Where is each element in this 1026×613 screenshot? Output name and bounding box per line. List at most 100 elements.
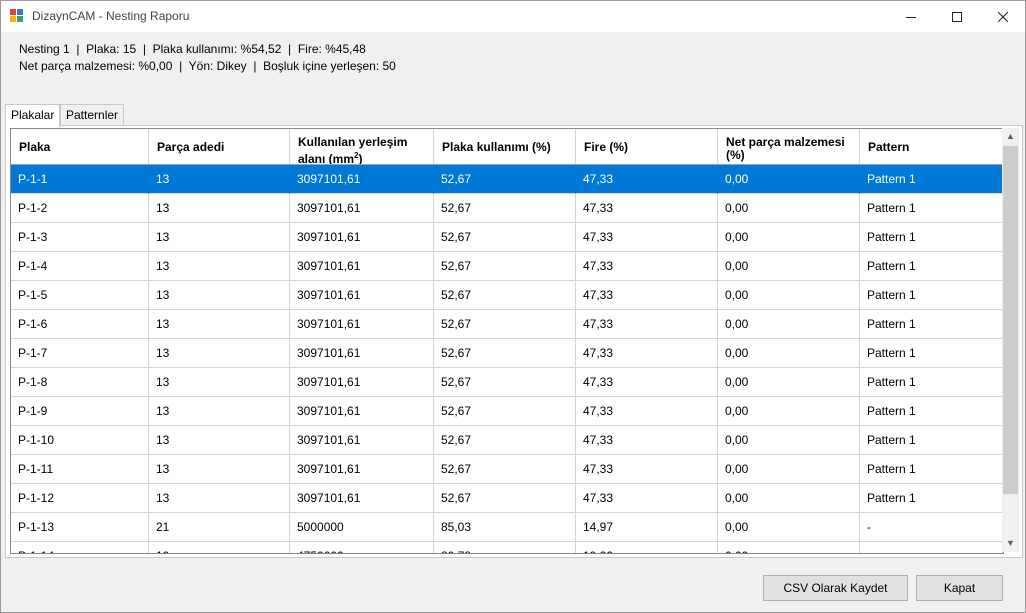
cell-yerlesim-alani: 4750000 <box>290 542 434 553</box>
plakalar-tab-panel: Plaka Parça adedi Kullanılan yerleşim al… <box>5 125 1023 558</box>
cell-yerlesim-alani: 3097101,61 <box>290 368 434 397</box>
table-row[interactable]: P-1-4 13 3097101,61 52,67 47,33 0,00 Pattern 1 <box>11 252 1003 281</box>
cell-plaka: P-1-12 <box>11 484 149 513</box>
cell-plaka-kullanimi: 52,67 <box>434 165 576 194</box>
cell-net-parca-malzemesi: 0,00 <box>718 310 860 339</box>
cell-parca-adedi: 13 <box>149 281 290 310</box>
cell-fire: 47,33 <box>576 368 718 397</box>
cell-pattern: - <box>860 542 1003 553</box>
cell-plaka-kullanimi: 52,67 <box>434 310 576 339</box>
tab-plakalar[interactable]: Plakalar <box>5 104 61 128</box>
table-row[interactable]: P-1-9 13 3097101,61 52,67 47,33 0,00 Pattern 1 <box>11 397 1003 426</box>
cell-net-parca-malzemesi: 0,00 <box>718 397 860 426</box>
table-row[interactable]: P-1-6 13 3097101,61 52,67 47,33 0,00 Pattern 1 <box>11 310 1003 339</box>
cell-pattern: Pattern 1 <box>860 223 1003 252</box>
cell-pattern: Pattern 1 <box>860 484 1003 513</box>
maximize-icon <box>952 11 962 22</box>
cell-net-parca-malzemesi: 0,00 <box>718 194 860 223</box>
close-button[interactable]: Kapat <box>916 575 1003 601</box>
tab-patternler[interactable]: Patternler <box>60 104 125 127</box>
close-icon <box>998 11 1008 22</box>
table-row[interactable]: P-1-7 13 3097101,61 52,67 47,33 0,00 Pattern 1 <box>11 339 1003 368</box>
cell-parca-adedi: 13 <box>149 194 290 223</box>
maximize-button[interactable] <box>934 1 980 32</box>
plates-grid[interactable]: Plaka Parça adedi Kullanılan yerleşim al… <box>10 128 1004 554</box>
cell-plaka-kullanimi: 52,67 <box>434 252 576 281</box>
column-header-plaka[interactable]: Plaka <box>11 129 149 164</box>
title-bar[interactable]: DizaynCAM - Nesting Raporu <box>1 1 1025 32</box>
cell-yerlesim-alani: 3097101,61 <box>290 310 434 339</box>
cell-plaka: P-1-5 <box>11 281 149 310</box>
summary-line-2: Net parça malzemesi: %0,00 | Yön: Dikey … <box>19 59 396 73</box>
nesting-report-window: DizaynCAM - Nesting Raporu Nesting 1 | P… <box>0 0 1026 613</box>
cell-yerlesim-alani: 3097101,61 <box>290 165 434 194</box>
cell-yerlesim-alani: 5000000 <box>290 513 434 542</box>
cell-yerlesim-alani: 3097101,61 <box>290 281 434 310</box>
table-row[interactable]: P-1-1419475000080,7819,220,00- <box>11 542 1003 553</box>
table-row[interactable]: P-1-12 13 3097101,61 52,67 47,33 0,00 Pattern … <box>11 484 1003 513</box>
cell-fire: 47,33 <box>576 484 718 513</box>
save-csv-button[interactable]: CSV Olarak Kaydet <box>763 575 908 601</box>
cell-plaka: P-1-14 <box>11 542 149 553</box>
vertical-scrollbar[interactable]: ▲ ▼ <box>1002 128 1019 552</box>
window-title: DizaynCAM - Nesting Raporu <box>32 9 190 23</box>
table-row[interactable]: P-1-13 21 5000000 85,03 14,97 0,00- <box>11 513 1003 542</box>
cell-pattern: Pattern 1 <box>860 368 1003 397</box>
cell-fire: 47,33 <box>576 223 718 252</box>
cell-parca-adedi: 13 <box>149 223 290 252</box>
cell-yerlesim-alani: 3097101,61 <box>290 223 434 252</box>
table-row[interactable]: P-1-10 13 3097101,61 52,67 47,33 0,00 Pattern … <box>11 426 1003 455</box>
cell-pattern: Pattern 1 <box>860 339 1003 368</box>
cell-pattern: Pattern 1 <box>860 397 1003 426</box>
column-header-parca-adedi[interactable]: Parça adedi <box>149 129 290 164</box>
cell-yerlesim-alani: 3097101,61 <box>290 484 434 513</box>
minimize-button[interactable] <box>888 1 934 32</box>
summary-line-1: Nesting 1 | Plaka: 15 | Plaka kullanımı:… <box>19 42 366 56</box>
cell-parca-adedi: 13 <box>149 455 290 484</box>
cell-parca-adedi: 13 <box>149 368 290 397</box>
cell-fire: 47,33 <box>576 281 718 310</box>
table-row[interactable]: P-1-8 13 3097101,61 52,67 47,33 0,00 Pattern 1 <box>11 368 1003 397</box>
cell-pattern: Pattern 1 <box>860 426 1003 455</box>
cell-net-parca-malzemesi: 0,00 <box>718 223 860 252</box>
scroll-up-arrow-icon[interactable]: ▲ <box>1002 128 1019 145</box>
close-window-button[interactable] <box>980 1 1025 32</box>
column-header-net-parca-malzemesi[interactable]: Net parça malzemesi (%) <box>718 129 860 164</box>
cell-pattern: - <box>860 513 1003 542</box>
table-row[interactable]: P-1-2 13 3097101,61 52,67 47,33 0,00 Pattern 1 <box>11 194 1003 223</box>
cell-plaka: P-1-11 <box>11 455 149 484</box>
cell-fire: 47,33 <box>576 310 718 339</box>
table-row[interactable]: P-1-11 13 3097101,61 52,67 47,33 0,00 Pattern … <box>11 455 1003 484</box>
scrollbar-thumb[interactable] <box>1003 146 1018 494</box>
cell-pattern: Pattern 1 <box>860 252 1003 281</box>
cell-plaka-kullanimi: 52,67 <box>434 281 576 310</box>
app-icon <box>10 9 24 23</box>
cell-plaka: P-1-1 <box>11 165 149 194</box>
column-header-fire[interactable]: Fire (%) <box>576 129 718 164</box>
cell-net-parca-malzemesi: 0,00 <box>718 368 860 397</box>
cell-parca-adedi: 13 <box>149 310 290 339</box>
column-header-yerlesim-alani[interactable]: Kullanılan yerleşim alanı (mm2) <box>290 129 434 164</box>
cell-plaka: P-1-10 <box>11 426 149 455</box>
cell-plaka-kullanimi: 52,67 <box>434 397 576 426</box>
cell-plaka-kullanimi: 52,67 <box>434 339 576 368</box>
cell-net-parca-malzemesi: 0,00 <box>718 165 860 194</box>
cell-net-parca-malzemesi: 0,00 <box>718 484 860 513</box>
cell-fire: 47,33 <box>576 426 718 455</box>
cell-pattern: Pattern 1 <box>860 194 1003 223</box>
cell-fire: 47,33 <box>576 339 718 368</box>
grid-header: Plaka Parça adedi Kullanılan yerleşim al… <box>11 129 1003 165</box>
table-row[interactable]: P-1-5 13 3097101,61 52,67 47,33 0,00 Pattern 1 <box>11 281 1003 310</box>
cell-plaka: P-1-3 <box>11 223 149 252</box>
column-header-pattern[interactable]: Pattern <box>860 129 1003 164</box>
cell-net-parca-malzemesi: 0,00 <box>718 542 860 553</box>
cell-yerlesim-alani: 3097101,61 <box>290 194 434 223</box>
minimize-icon <box>906 16 916 18</box>
table-row[interactable]: P-1-3 13 3097101,61 52,67 47,33 0,00 Pattern 1 <box>11 223 1003 252</box>
column-header-plaka-kullanimi[interactable]: Plaka kullanımı (%) <box>434 129 576 164</box>
cell-parca-adedi: 19 <box>149 542 290 553</box>
cell-plaka-kullanimi: 85,03 <box>434 513 576 542</box>
scroll-down-arrow-icon[interactable]: ▼ <box>1002 535 1019 552</box>
cell-parca-adedi: 13 <box>149 397 290 426</box>
table-row[interactable]: P-1-1 13 3097101,61 52,67 47,33 0,00 Pattern 1 <box>11 165 1003 194</box>
